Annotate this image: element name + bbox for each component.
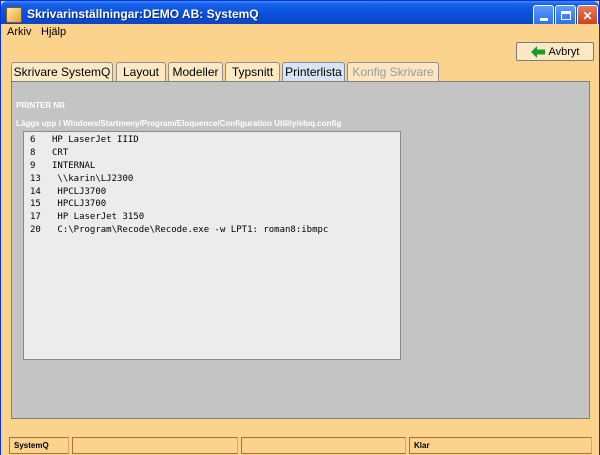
- list-item[interactable]: 13 \\karin\LJ2300: [24, 173, 400, 186]
- section-title: PRINTER NR: [16, 101, 65, 110]
- printer-number: 8: [30, 147, 36, 158]
- cancel-button[interactable]: Avbryt: [516, 42, 594, 61]
- printer-list[interactable]: 6 HP LaserJet IIID 8 CRT 9 INTERNAL 13 \\ka…: [23, 131, 401, 360]
- status-cell-3: [241, 437, 406, 454]
- printer-number: 6: [30, 135, 36, 145]
- maximize-button[interactable]: [555, 5, 576, 26]
- config-path-label: Läggs upp i Windows/Startmeny/Program/El…: [16, 119, 342, 128]
- list-item[interactable]: 17 HP LaserJet 3150: [24, 211, 400, 224]
- tab-printerlista[interactable]: Printerlista: [282, 62, 345, 81]
- close-button[interactable]: ✕: [577, 5, 598, 26]
- tab-typsnitt[interactable]: Typsnitt: [225, 62, 280, 81]
- menu-arkiv[interactable]: Arkiv: [7, 26, 31, 38]
- printer-number: 20: [30, 225, 41, 236]
- tab-modeller[interactable]: Modeller: [168, 62, 223, 81]
- tab-layout[interactable]: Layout: [116, 62, 166, 81]
- minimize-icon: [539, 18, 548, 21]
- printer-name: HP LaserJet IIID: [52, 135, 139, 145]
- list-item[interactable]: 14 HPCLJ3700: [24, 186, 400, 199]
- minimize-button[interactable]: [533, 5, 554, 26]
- arrow-left-icon: [530, 45, 545, 58]
- printer-name: HP LaserJet 3150: [52, 212, 145, 223]
- status-cell-2: [72, 437, 238, 454]
- list-item[interactable]: 20 C:\Program\Recode\Recode.exe -w LPT1:…: [24, 224, 400, 237]
- tab-skrivare-systemq[interactable]: Skrivare SystemQ: [11, 62, 113, 81]
- printer-name: C:\Program\Recode\Recode.exe -w LPT1: ro…: [52, 225, 329, 236]
- window-title: Skrivarinställningar:DEMO AB: SystemQ: [27, 7, 259, 21]
- list-item[interactable]: 8 CRT: [24, 147, 400, 160]
- printer-name: HPCLJ3700: [52, 199, 107, 210]
- status-cell-app: SystemQ: [9, 437, 69, 454]
- status-bar: SystemQ Klar: [1, 435, 599, 455]
- printer-number: 14: [30, 186, 41, 197]
- menu-hjalp[interactable]: Hjälp: [41, 26, 66, 38]
- printer-name: CRT: [52, 147, 69, 158]
- tab-konfig-skrivare: Konfig Skrivare: [347, 62, 439, 81]
- app-window: Skrivarinställningar:DEMO AB: SystemQ ✕ …: [0, 0, 600, 455]
- printer-number: 9: [30, 160, 36, 171]
- cancel-label: Avbryt: [548, 45, 580, 58]
- printer-name: \\karin\LJ2300: [52, 173, 134, 184]
- maximize-icon: [560, 11, 571, 20]
- app-icon: [6, 7, 22, 23]
- printer-number: 17: [30, 212, 41, 223]
- printer-number: 15: [30, 199, 41, 210]
- list-item[interactable]: 6 HP LaserJet IIID: [24, 134, 400, 147]
- close-icon: ✕: [582, 8, 593, 23]
- list-item[interactable]: 15 HPCLJ3700: [24, 198, 400, 211]
- printer-number: 13: [30, 173, 41, 184]
- status-cell-state: Klar: [409, 437, 592, 454]
- list-item[interactable]: 9 INTERNAL: [24, 160, 400, 173]
- menu-bar: Arkiv Hjälp: [1, 24, 599, 41]
- printer-name: INTERNAL: [52, 160, 96, 171]
- printer-name: HPCLJ3700: [52, 186, 107, 197]
